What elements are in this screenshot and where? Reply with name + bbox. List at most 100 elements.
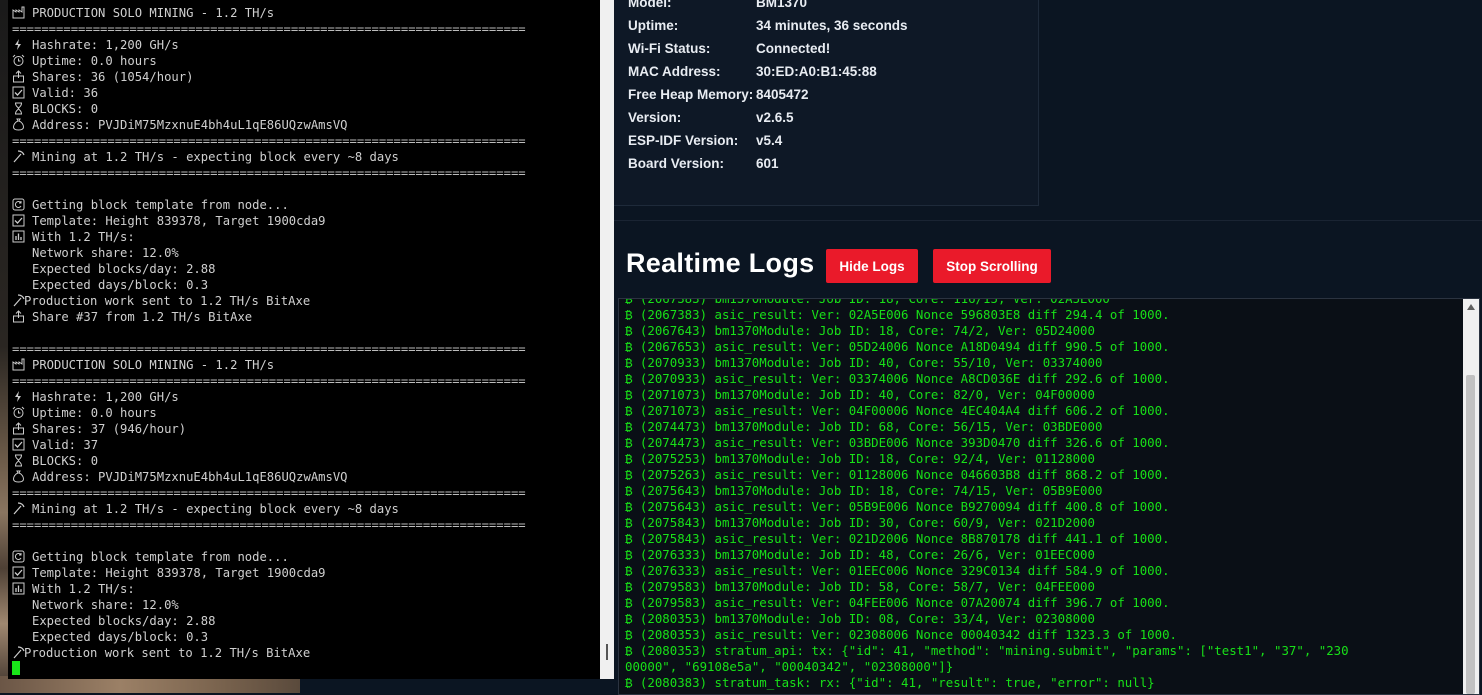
log-line: ₿ (2080353) stratum_api: tx: {"id": 41, … [625, 643, 1349, 658]
terminal-cursor [12, 661, 20, 675]
terminal-line: Uptime: 0.0 hours [12, 405, 596, 421]
pickaxe-icon [12, 294, 25, 307]
terminal-separator: ========================================… [12, 518, 526, 532]
log-line: ₿ (2067383) asic_result: Ver: 02A5E006 N… [625, 307, 1170, 322]
terminal-line-text: Network share: 12.0% [32, 598, 179, 612]
terminal-line-text: Uptime: 0.0 hours [32, 406, 157, 420]
checkbox-icon [12, 566, 28, 579]
info-value: BM1370 [756, 0, 808, 10]
info-label: ESP-IDF Version: [628, 133, 739, 148]
checkbox-icon [12, 438, 28, 451]
info-value: 34 minutes, 36 seconds [756, 18, 908, 33]
terminal-line: Shares: 36 (1054/hour) [12, 69, 596, 85]
log-scrollbar[interactable] [1463, 299, 1479, 694]
terminal-line: Network share: 12.0% [12, 245, 596, 261]
device-panel: Model: BM1370 Uptime: 34 minutes, 36 second… [614, 0, 1482, 695]
terminal-line-text: PRODUCTION SOLO MINING - 1.2 TH/s [32, 6, 275, 20]
stop-scrolling-button[interactable]: Stop Scrolling [933, 249, 1051, 283]
money-bag-icon [12, 118, 28, 131]
terminal-line: Uptime: 0.0 hours [12, 53, 596, 69]
log-lines: ₿ (2067383) bm1370Module: Job ID: 18, Co… [625, 299, 1447, 691]
terminal-line-text: Network share: 12.0% [32, 246, 179, 260]
terminal-line-text: Uptime: 0.0 hours [32, 54, 157, 68]
log-line: ₿ (2067643) bm1370Module: Job ID: 18, Co… [625, 323, 1095, 338]
alarm-clock-icon [12, 54, 28, 67]
terminal-separator: ========================================… [12, 374, 526, 388]
terminal-line-text: BLOCKS: 0 [32, 102, 99, 116]
log-line: ₿ (2067653) asic_result: Ver: 05D24006 N… [625, 339, 1170, 354]
lightning-icon [12, 38, 28, 51]
terminal-line: Address: PVJDiM75MzxnuE4bh4uL1qE86UQzwAm… [12, 117, 596, 133]
terminal-scroll-thumb[interactable] [606, 644, 608, 660]
log-line: ₿ (2075253) bm1370Module: Job ID: 18, Co… [625, 451, 1095, 466]
checkbox-icon [12, 86, 28, 99]
realtime-log-box[interactable]: ₿ (2067383) bm1370Module: Job ID: 18, Co… [618, 298, 1480, 695]
terminal-line: Expected days/block: 0.3 [12, 629, 596, 645]
factory-icon [12, 6, 28, 19]
terminal-line-text: Valid: 37 [32, 438, 99, 452]
terminal-line: Expected blocks/day: 2.88 [12, 613, 596, 629]
terminal-line: With 1.2 TH/s: [12, 581, 596, 597]
log-line: 00000", "69108e5a", "00040342", "0230800… [625, 659, 954, 674]
refresh-icon [12, 550, 28, 563]
terminal-line: Network share: 12.0% [12, 597, 596, 613]
terminal-line-text: Share #37 from 1.2 TH/s BitAxe [32, 310, 253, 324]
terminal-line: Expected blocks/day: 2.88 [12, 261, 596, 277]
log-line: ₿ (2075263) asic_result: Ver: 01128006 N… [625, 467, 1170, 482]
hourglass-icon [12, 102, 28, 115]
lightning-icon [12, 390, 28, 403]
log-line: ₿ (2074473) asic_result: Ver: 03BDE006 N… [625, 435, 1170, 450]
info-label: MAC Address: [628, 64, 721, 79]
terminal-line-text: Address: PVJDiM75MzxnuE4bh4uL1qE86UQzwAm… [32, 470, 348, 484]
terminal-line-text: Getting block template from node... [32, 198, 289, 212]
log-scroll-thumb[interactable] [1466, 375, 1475, 694]
upload-icon [12, 70, 28, 83]
upload-icon [12, 422, 28, 435]
terminal-line-text: Template: Height 839378, Target 1900cda9 [32, 214, 326, 228]
log-line: ₿ (2075643) bm1370Module: Job ID: 18, Co… [625, 483, 1103, 498]
terminal-line: PRODUCTION SOLO MINING - 1.2 TH/s [12, 5, 596, 21]
log-line: ₿ (2070933) asic_result: Ver: 03374006 N… [625, 371, 1170, 386]
terminal-line: Mining at 1.2 TH/s - expecting block eve… [12, 149, 596, 165]
terminal-line-text: Mining at 1.2 TH/s - expecting block eve… [32, 150, 399, 164]
info-label: Wi-Fi Status: [628, 41, 711, 56]
terminal-line: BLOCKS: 0 [12, 453, 596, 469]
terminal-line-text: Shares: 37 (946/hour) [32, 422, 187, 436]
terminal-line-text: Shares: 36 (1054/hour) [32, 70, 194, 84]
terminal-line: BLOCKS: 0 [12, 101, 596, 117]
terminal-line-text: With 1.2 TH/s: [32, 230, 135, 244]
terminal-line: Valid: 36 [12, 85, 596, 101]
terminal-line-text: Expected days/block: 0.3 [32, 278, 209, 292]
pickaxe-icon [12, 646, 25, 659]
checkbox-icon [12, 214, 28, 227]
info-value: Connected! [756, 41, 831, 56]
money-bag-icon [12, 470, 28, 483]
terminal-line: With 1.2 TH/s: [12, 229, 596, 245]
pickaxe-icon [12, 150, 28, 163]
log-line: ₿ (2071073) asic_result: Ver: 04F00006 N… [625, 403, 1170, 418]
log-line: ₿ (2075843) bm1370Module: Job ID: 30, Co… [625, 515, 1095, 530]
terminal-window[interactable]: PRODUCTION SOLO MINING - 1.2 TH/s =======… [8, 0, 615, 679]
info-value: v2.6.5 [756, 110, 794, 125]
log-line: ₿ (2080353) bm1370Module: Job ID: 08, Co… [625, 611, 1095, 626]
terminal-line-text: With 1.2 TH/s: [32, 582, 135, 596]
terminal-line: Template: Height 839378, Target 1900cda9 [12, 213, 596, 229]
terminal-line: Mining at 1.2 TH/s - expecting block eve… [12, 501, 596, 517]
hide-logs-button[interactable]: Hide Logs [826, 249, 918, 283]
bar-chart-icon [12, 582, 28, 595]
terminal-line-text: BLOCKS: 0 [32, 454, 99, 468]
info-label: Model: [628, 0, 672, 10]
log-line: ₿ (2079583) bm1370Module: Job ID: 58, Co… [625, 579, 1095, 594]
terminal-line: Address: PVJDiM75MzxnuE4bh4uL1qE86UQzwAm… [12, 469, 596, 485]
log-line: ₿ (2079583) asic_result: Ver: 04FEE006 N… [625, 595, 1170, 610]
log-line: ₿ (2080353) asic_result: Ver: 02308006 N… [625, 627, 1178, 642]
terminal-line-text: Production work sent to 1.2 TH/s BitAxe [24, 294, 311, 308]
terminal-scrollbar[interactable] [600, 0, 614, 679]
scroll-up-arrow-icon[interactable] [1467, 304, 1475, 310]
